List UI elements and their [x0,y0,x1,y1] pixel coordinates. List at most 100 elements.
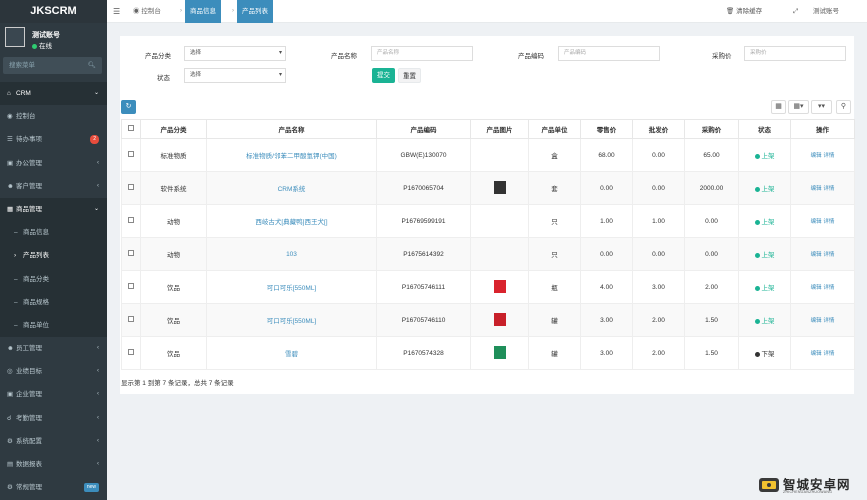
col-image[interactable]: 产品图片 [470,119,529,139]
search-icon[interactable]: ⚲ [836,100,851,114]
sidebar-item-13[interactable]: ▣ 企业管理 ‹ [0,383,107,406]
sidebar-item-10[interactable]: – 商品单位 [0,313,107,338]
name-input[interactable]: 产品名称 [371,46,473,61]
cell-actions: 编辑 详情 [790,336,855,370]
user-panel: 测试账号 在线 [0,26,107,57]
menu-toggle-icon[interactable]: ☰ [113,0,120,23]
cell-purchase: 1.50 [684,303,739,337]
product-name-link[interactable]: 103 [286,251,297,258]
staff-icon: ☻ [7,345,14,353]
tab-product-list[interactable]: 产品列表 [237,0,273,23]
product-name-link[interactable]: 可口可乐[550ML] [267,285,317,292]
columns-icon[interactable]: ▦▾ [788,100,809,114]
detail-link[interactable]: 详情 [823,219,834,225]
chevron-left-icon: ‹ [97,414,99,421]
col-purchase[interactable]: 采购价 [684,119,739,139]
code-input[interactable]: 产品编码 [558,46,660,61]
sidebar-item-15[interactable]: ⚙ 系统配置 ‹ [0,430,107,453]
row-checkbox[interactable] [121,138,141,172]
sidebar-item-5[interactable]: ▦ 商品管理 ⌄ [0,197,107,222]
row-checkbox[interactable] [121,204,141,238]
sidebar-item-8[interactable]: – 商品分类 [0,267,107,291]
cell-unit: 套 [528,171,581,205]
tab-product-info[interactable]: 商品信息 [185,0,221,23]
product-image[interactable] [493,279,506,293]
table-row[interactable]: 标准物质 标准物质/邻苯二甲酸氢钾(中国) GBW(E)130070 盒 68.00 0.… [121,138,855,172]
sidebar-item-12[interactable]: ◎ 业绩目标 ‹ [0,360,107,383]
product-name-link[interactable]: CRM系统 [278,186,306,193]
sidebar-item-0[interactable]: ⌂ CRM ⌄ [0,82,107,106]
avatar[interactable] [5,27,25,47]
menu-badge: new [83,483,99,493]
fullscreen-icon[interactable]: ⤢ [793,0,798,23]
edit-link[interactable]: 编辑 [811,285,822,291]
sidebar-item-14[interactable]: ☌ 考勤管理 ‹ [0,407,107,430]
product-name-link[interactable]: 西岐古犬[典藏鸭]西王犬[] [255,219,327,226]
sidebar-item-3[interactable]: ▣ 办公管理 ‹ [0,152,107,175]
refresh-icon[interactable]: ↻ [121,100,136,114]
table-row[interactable]: 饮品 可口可乐[550ML] P1670574611​1 瓶 4.00 3.00 2.00 上… [121,270,855,304]
sidebar-item-1[interactable]: ◉ 控制台 [0,105,107,128]
search-icon[interactable]: 🔍︎ [88,57,96,74]
submit-button[interactable]: 提交 [372,68,395,83]
sidebar-item-label: 办公管理 [16,159,42,167]
briefcase-icon: ▣ [7,159,14,167]
table-row[interactable]: 饮品 雪碧 P1670574328 罐 3.00 2.00 1.50 下架 编辑 详情 [121,336,855,370]
status-badge: 上架 [754,252,775,259]
select-all-checkbox[interactable] [121,119,141,139]
tab-dashboard[interactable]: ◉ 控制台 [128,0,166,23]
account-menu[interactable]: 测试账号 [813,0,839,23]
detail-link[interactable]: 详情 [823,318,834,324]
edit-link[interactable]: 编辑 [811,318,822,324]
col-retail[interactable]: 零售价 [580,119,633,139]
sidebar-item-16[interactable]: ▤ 数据报表 ‹ [0,453,107,476]
sidebar-item-11[interactable]: ☻ 员工管理 ‹ [0,337,107,360]
sidebar-item-9[interactable]: – 商品规格 [0,290,107,314]
sidebar-search-input[interactable]: 搜索菜单 🔍︎ [3,57,102,74]
detail-link[interactable]: 详情 [823,252,834,258]
sidebar-item-6[interactable]: – 商品信息 [0,221,107,245]
edit-link[interactable]: 编辑 [811,252,822,258]
col-status[interactable]: 状态 [738,119,791,139]
edit-link[interactable]: 编辑 [811,351,822,357]
col-unit[interactable]: 产品单位 [528,119,581,139]
edit-link[interactable]: 编辑 [811,219,822,225]
sidebar-item-7[interactable]: › 产品列表 [0,244,107,268]
row-checkbox[interactable] [121,270,141,304]
product-image[interactable] [493,345,506,359]
row-checkbox[interactable] [121,171,141,205]
detail-link[interactable]: 详情 [823,153,834,159]
detail-link[interactable]: 详情 [823,285,834,291]
app-logo[interactable]: JKSCRM [0,0,107,23]
category-select[interactable]: 选择 [184,46,286,61]
product-name-link[interactable]: 可口可乐[550ML] [267,318,317,325]
col-code[interactable]: 产品编码 [376,119,471,139]
status-select[interactable]: 选择 [184,68,286,83]
product-name-link[interactable]: 标准物质/邻苯二甲酸氢钾(中国) [246,153,337,160]
toggle-view-icon[interactable]: ▦ [771,100,786,114]
sidebar-item-4[interactable]: ☻ 客户管理 ‹ [0,175,107,198]
row-checkbox[interactable] [121,303,141,337]
row-checkbox[interactable] [121,336,141,370]
row-checkbox[interactable] [121,237,141,271]
edit-link[interactable]: 编辑 [811,153,822,159]
detail-link[interactable]: 详情 [823,351,834,357]
clear-cache-button[interactable]: 🗑︎ 清除缓存 [726,0,762,23]
product-image[interactable] [493,180,506,194]
detail-link[interactable]: 详情 [823,186,834,192]
sidebar-item-2[interactable]: ☰ 待办事项 2 [0,128,107,151]
table-row[interactable]: 软件系统 CRM系统 P1670065704 套 0.00 0.00 2000.00 上架 编辑… [121,171,855,205]
product-image[interactable] [493,312,506,326]
sidebar-item-17[interactable]: ⚙ 常规管理 new [0,476,107,499]
edit-link[interactable]: 编辑 [811,186,822,192]
col-category[interactable]: 产品分类 [140,119,207,139]
col-name[interactable]: 产品名称 [206,119,377,139]
reset-button[interactable]: 重置 [398,68,421,83]
col-wholesale[interactable]: 批发价 [632,119,685,139]
price-input[interactable]: 采购价 [744,46,846,61]
table-row[interactable]: 动物 西岐古犬[典藏鸭]西王犬[] P1676959919​1 只 1.00 1.00 0.… [121,204,855,238]
export-icon[interactable]: ▾▾ [811,100,832,114]
table-row[interactable]: 动物 103 P1675614392 只 0.00 0.00 0.00 上架 编辑 详情 [121,237,855,271]
product-name-link[interactable]: 雪碧 [285,351,298,358]
table-row[interactable]: 饮品 可口可乐[550ML] P1670574611​0 罐 3.00 2.00 1.50 上… [121,303,855,337]
